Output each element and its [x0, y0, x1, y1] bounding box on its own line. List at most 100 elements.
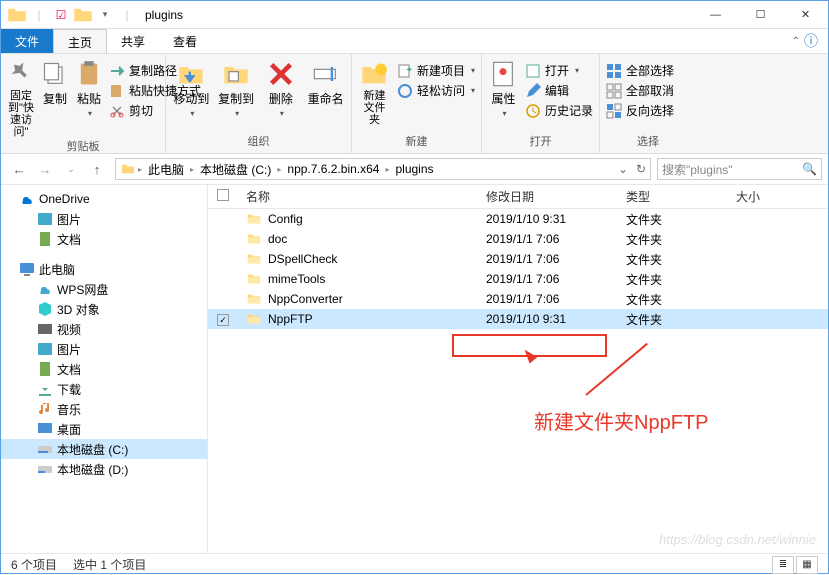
- properties-button[interactable]: 属性: [488, 60, 519, 118]
- forward-button[interactable]: →: [33, 157, 57, 181]
- pin-button[interactable]: 固定到"快速访问": [7, 60, 35, 138]
- tree-videos[interactable]: 视频: [1, 319, 207, 339]
- folder-icon: [7, 5, 27, 25]
- up-button[interactable]: ↑: [85, 157, 109, 181]
- tab-file[interactable]: 文件: [1, 29, 53, 53]
- watermark: https://blog.csdn.net/winnie: [659, 532, 816, 547]
- file-row[interactable]: doc2019/1/1 7:06文件夹: [208, 229, 828, 249]
- tree-documents2[interactable]: 文档: [1, 359, 207, 379]
- tree-thispc[interactable]: 此电脑: [1, 259, 207, 279]
- back-button[interactable]: ←: [7, 157, 31, 181]
- view-details-button[interactable]: ≣: [772, 556, 794, 574]
- search-icon: 🔍: [802, 162, 817, 176]
- col-date[interactable]: 修改日期: [478, 188, 618, 205]
- col-checkbox[interactable]: [208, 189, 238, 204]
- newfolder-button[interactable]: 新建文件夹: [358, 60, 391, 126]
- ribbon: 固定到"快速访问" 复制 粘贴 复制路径 粘贴快捷方式 剪切 剪贴板 移动到 复…: [1, 54, 828, 154]
- maximize-button[interactable]: ☐: [738, 1, 783, 29]
- status-bar: 6 个项目 选中 1 个项目 ≣ ▦: [1, 553, 828, 575]
- copy-button[interactable]: 复制: [41, 60, 69, 107]
- status-selected: 选中 1 个项目: [73, 556, 146, 573]
- collapse-ribbon-icon[interactable]: ⌃: [792, 36, 800, 47]
- file-type: 文件夹: [618, 231, 728, 248]
- delete-button[interactable]: 删除: [262, 60, 301, 118]
- address-dropdown[interactable]: ⌄: [614, 162, 632, 176]
- window-title: plugins: [145, 8, 183, 22]
- easyaccess-button[interactable]: 轻松访问: [397, 82, 475, 99]
- check-icon[interactable]: ☑: [51, 5, 71, 25]
- tree-wps[interactable]: WPS网盘: [1, 279, 207, 299]
- view-icons-button[interactable]: ▦: [796, 556, 818, 574]
- moveto-button[interactable]: 移动到: [172, 60, 211, 118]
- tree-desktop[interactable]: 桌面: [1, 419, 207, 439]
- tree-pictures2[interactable]: 图片: [1, 339, 207, 359]
- status-count: 6 个项目: [11, 556, 57, 573]
- file-row[interactable]: ✓NppFTP2019/1/10 9:31文件夹: [208, 309, 828, 329]
- divider: |: [29, 5, 49, 25]
- ribbon-tabs: 文件 主页 共享 查看 ⌃ ⓘ: [1, 29, 828, 54]
- file-name: NppConverter: [268, 292, 343, 306]
- row-checkbox[interactable]: ✓: [217, 314, 229, 326]
- folder-icon: [246, 272, 262, 286]
- folder-icon-2: [73, 5, 93, 25]
- crumb[interactable]: plugins: [391, 162, 437, 176]
- crumb[interactable]: npp.7.6.2.bin.x64: [283, 162, 383, 176]
- open-button[interactable]: 打开: [525, 62, 593, 79]
- folder-icon: [246, 212, 262, 226]
- content: OneDrive 图片 文档 此电脑 WPS网盘 3D 对象 视频 图片 文档 …: [1, 185, 828, 553]
- history-button[interactable]: 历史记录: [525, 102, 593, 119]
- file-row[interactable]: Config2019/1/10 9:31文件夹: [208, 209, 828, 229]
- crumb[interactable]: 此电脑: [144, 161, 188, 178]
- refresh-button[interactable]: ↻: [632, 162, 650, 176]
- qat-dropdown[interactable]: ▾: [95, 5, 115, 25]
- file-date: 2019/1/1 7:06: [478, 232, 618, 246]
- close-button[interactable]: ✕: [783, 1, 828, 29]
- paste-button[interactable]: 粘贴: [75, 60, 103, 118]
- file-row[interactable]: mimeTools2019/1/1 7:06文件夹: [208, 269, 828, 289]
- col-name[interactable]: 名称: [238, 188, 478, 205]
- tree-music[interactable]: 音乐: [1, 399, 207, 419]
- tree-diskd[interactable]: 本地磁盘 (D:): [1, 459, 207, 479]
- file-name: DSpellCheck: [268, 252, 337, 266]
- copyto-button[interactable]: 复制到: [217, 60, 256, 118]
- rename-button[interactable]: 重命名: [306, 60, 345, 107]
- tree-downloads[interactable]: 下载: [1, 379, 207, 399]
- tree-pictures[interactable]: 图片: [1, 209, 207, 229]
- file-name: mimeTools: [268, 272, 325, 286]
- search-input[interactable]: 搜索"plugins" 🔍: [657, 158, 822, 180]
- selectnone-button[interactable]: 全部取消: [606, 82, 674, 99]
- col-type[interactable]: 类型: [618, 188, 728, 205]
- help-icon[interactable]: ⓘ: [804, 31, 818, 51]
- nav-tree[interactable]: OneDrive 图片 文档 此电脑 WPS网盘 3D 对象 视频 图片 文档 …: [1, 185, 208, 553]
- file-type: 文件夹: [618, 311, 728, 328]
- file-date: 2019/1/1 7:06: [478, 252, 618, 266]
- file-name: Config: [268, 212, 303, 226]
- tab-home[interactable]: 主页: [53, 29, 107, 53]
- file-row[interactable]: DSpellCheck2019/1/1 7:06文件夹: [208, 249, 828, 269]
- tree-3d[interactable]: 3D 对象: [1, 299, 207, 319]
- tree-documents[interactable]: 文档: [1, 229, 207, 249]
- tab-view[interactable]: 查看: [159, 29, 211, 53]
- recent-dropdown[interactable]: ⌄: [59, 157, 83, 181]
- navbar: ← → ⌄ ↑ ▸ 此电脑▸ 本地磁盘 (C:)▸ npp.7.6.2.bin.…: [1, 154, 828, 185]
- titlebar: | ☑ ▾ | plugins — ☐ ✕: [1, 1, 828, 29]
- file-row[interactable]: NppConverter2019/1/1 7:06文件夹: [208, 289, 828, 309]
- folder-icon: [246, 312, 262, 326]
- tab-share[interactable]: 共享: [107, 29, 159, 53]
- newitem-button[interactable]: ✦新建项目: [397, 62, 475, 79]
- file-date: 2019/1/1 7:06: [478, 272, 618, 286]
- folder-icon: [246, 232, 262, 246]
- file-list: 名称 修改日期 类型 大小 Config2019/1/10 9:31文件夹doc…: [208, 185, 828, 553]
- file-date: 2019/1/10 9:31: [478, 312, 618, 326]
- edit-button[interactable]: 编辑: [525, 82, 593, 99]
- invertselect-button[interactable]: 反向选择: [606, 102, 674, 119]
- crumb[interactable]: 本地磁盘 (C:): [196, 161, 275, 178]
- col-size[interactable]: 大小: [728, 188, 808, 205]
- minimize-button[interactable]: —: [693, 1, 738, 29]
- tree-diskc[interactable]: 本地磁盘 (C:): [1, 439, 207, 459]
- address-bar[interactable]: ▸ 此电脑▸ 本地磁盘 (C:)▸ npp.7.6.2.bin.x64▸ plu…: [115, 158, 651, 180]
- selectall-button[interactable]: 全部选择: [606, 62, 674, 79]
- file-type: 文件夹: [618, 211, 728, 228]
- tree-onedrive[interactable]: OneDrive: [1, 189, 207, 209]
- file-type: 文件夹: [618, 291, 728, 308]
